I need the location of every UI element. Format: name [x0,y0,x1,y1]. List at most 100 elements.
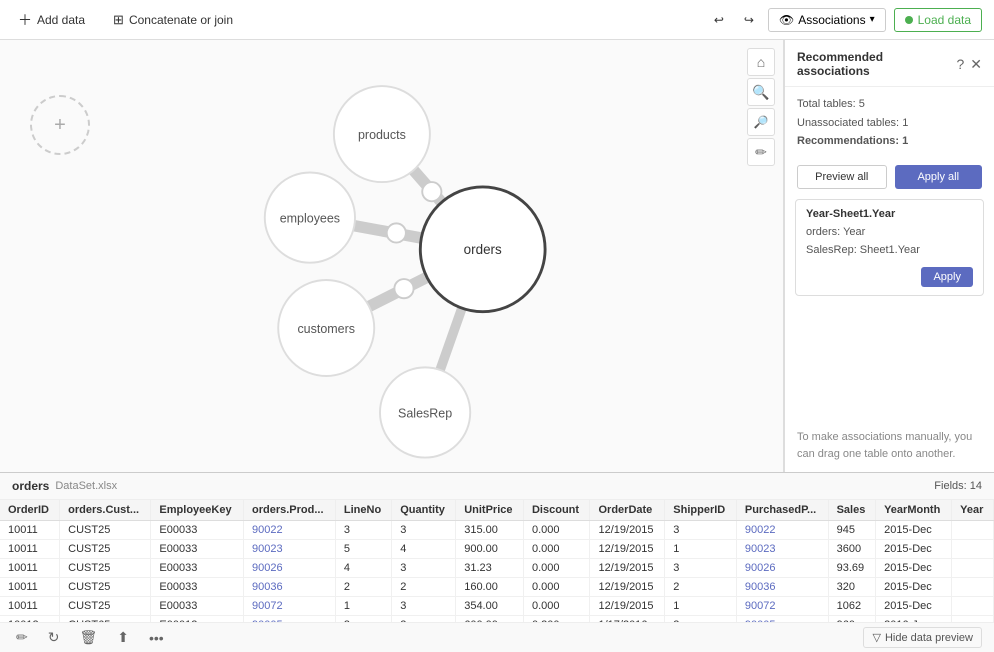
pencil-button[interactable]: ✏ [747,138,775,166]
table-cell[interactable]: 90026 [736,559,828,578]
table-cell: 3 [392,597,456,616]
table-cell: 10011 [0,559,60,578]
concatenate-button[interactable]: ⊞ Concatenate or join [107,8,239,32]
concatenate-label: Concatenate or join [129,13,233,27]
delete-icon-button[interactable]: 🗑 [75,627,101,648]
apply-recommendation-button[interactable]: Apply [921,267,973,287]
rec-title: Year-Sheet1.Year [806,208,973,220]
more-options-button[interactable]: ••• [145,628,168,648]
table-cell[interactable]: 90036 [736,578,828,597]
table-cell: 2015-Dec [876,597,952,616]
table-cell: 1 [665,597,737,616]
svg-text:employees: employees [280,211,340,225]
column-header: LineNo [335,500,391,521]
recommendations-value: 1 [902,135,908,147]
recommendation-card: Year-Sheet1.Year orders: Year SalesRep: … [795,199,984,296]
undo-button[interactable]: ↩ [708,9,730,31]
apply-all-button[interactable]: Apply all [895,165,983,189]
column-header: orders.Cust... [60,500,151,521]
unassociated-value: 1 [902,117,908,129]
table-cell: 160.00 [456,578,524,597]
home-icon: ⌂ [757,54,765,70]
table-cell[interactable]: 90023 [243,540,335,559]
table-cell: 2015-Dec [876,540,952,559]
table-cell: 0.000 [523,540,590,559]
load-data-label: Load data [918,13,971,27]
close-panel-button[interactable]: ✕ [970,56,982,73]
refresh-icon-button[interactable]: ↻ [44,627,64,648]
table-cell: E00033 [151,521,244,540]
table-cell[interactable]: 90072 [736,597,828,616]
table-cell: 1 [335,597,391,616]
column-header: Sales [828,500,875,521]
table-cell[interactable]: 90036 [243,578,335,597]
table-cell: E00033 [151,578,244,597]
help-button[interactable]: ? [956,56,964,73]
preview-all-button[interactable]: Preview all [797,165,887,189]
table-cell: 10011 [0,597,60,616]
concatenate-icon: ⊞ [113,12,124,28]
table-cell [952,578,994,597]
table-cell: 3 [392,521,456,540]
associations-label: Associations [798,13,865,27]
svg-text:SalesRep: SalesRep [398,406,452,420]
table-cell: 1 [665,540,737,559]
panel-footer: To make associations manually, you can d… [785,419,994,472]
data-table-wrap[interactable]: OrderIDorders.Cust...EmployeeKeyorders.P… [0,500,994,622]
redo-icon: ↪ [744,13,754,27]
canvas-area[interactable]: + products employees orders customer [0,40,784,472]
column-header: Year [952,500,994,521]
more-icon: ••• [149,630,164,646]
home-button[interactable]: ⌂ [747,48,775,76]
table-cell: 2015-Dec [876,521,952,540]
column-header: OrderID [0,500,60,521]
redo-button[interactable]: ↪ [738,9,760,31]
table-cell: 5 [335,540,391,559]
table-cell: 2015-Dec [876,578,952,597]
table-cell: CUST25 [60,540,151,559]
data-table-body: 10011CUST25E000339002233315.000.00012/19… [0,521,994,623]
table-cell[interactable]: 90026 [243,559,335,578]
column-header: ShipperID [665,500,737,521]
svg-text:orders: orders [464,242,502,257]
column-header: Discount [523,500,590,521]
edit-icon: ✏ [16,629,28,645]
table-cell: E00033 [151,597,244,616]
table-cell[interactable]: 90022 [243,521,335,540]
data-source-file: DataSet.xlsx [55,480,117,492]
svg-text:products: products [358,128,406,142]
hide-icon: ▽ [872,631,880,644]
associations-button[interactable]: 👁 Associations ▾ [768,8,886,32]
table-cell: 2 [392,578,456,597]
edit-icon-button[interactable]: ✏ [12,627,32,648]
load-data-button[interactable]: Load data [894,8,982,32]
table-cell: 2 [335,578,391,597]
plus-icon: ＋ [18,10,32,30]
table-cell: 10011 [0,578,60,597]
table-cell: 1062 [828,597,875,616]
table-cell: 3 [665,521,737,540]
add-data-button[interactable]: ＋ Add data [12,6,91,34]
table-cell: 945 [828,521,875,540]
table-cell[interactable]: 90072 [243,597,335,616]
zoom-out-button[interactable]: 🔎 [747,108,775,136]
recommendations-label: Recommendations: [797,135,899,147]
main-area: + products employees orders customer [0,40,994,472]
upload-icon-button[interactable]: ⬆ [113,627,133,648]
table-cell[interactable]: 90022 [736,521,828,540]
svg-text:customers: customers [297,322,355,336]
table-cell[interactable]: 90023 [736,540,828,559]
table-cell: 2 [665,578,737,597]
table-cell: 93.69 [828,559,875,578]
total-tables-label: Total tables: [797,98,856,110]
column-header: orders.Prod... [243,500,335,521]
table-row: 10011CUST25E000339002354900.000.00012/19… [0,540,994,559]
table-cell: 10011 [0,540,60,559]
column-header: PurchasedP... [736,500,828,521]
table-row: 10011CUST25E000339003622160.000.00012/19… [0,578,994,597]
zoom-in-button[interactable]: 🔍 [747,78,775,106]
column-header: YearMonth [876,500,952,521]
table-cell: E00033 [151,559,244,578]
hide-data-button[interactable]: ▽ Hide data preview [863,627,982,648]
table-cell: 900.00 [456,540,524,559]
